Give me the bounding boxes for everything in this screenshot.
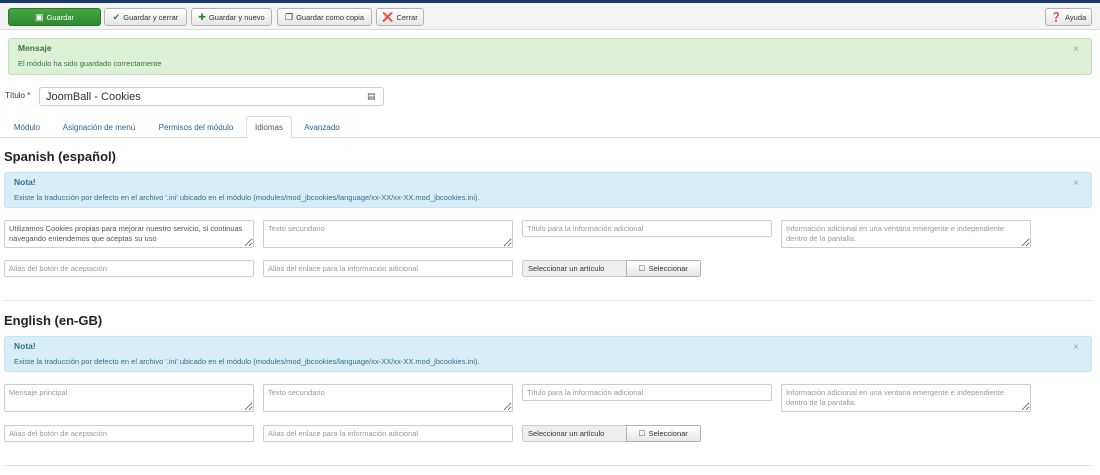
note-text: Existe la traducción por defecto en el a… xyxy=(14,357,480,366)
link-alias-input-spanish[interactable] xyxy=(263,260,513,277)
tab-bar: Módulo Asignación de menú Permisos del m… xyxy=(0,116,1100,139)
document-icon: ▤ xyxy=(367,91,376,101)
info-popup-textarea-english[interactable] xyxy=(781,384,1031,412)
title-label: Título * xyxy=(5,91,31,100)
close-icon[interactable]: × xyxy=(1073,45,1079,55)
section-divider xyxy=(4,465,1092,466)
close-icon[interactable]: × xyxy=(1073,343,1079,353)
note-title: Nota! xyxy=(14,177,36,187)
save-copy-button[interactable]: ❐ Guardar como copia xyxy=(277,8,372,26)
tab-menu-assignment[interactable]: Asignación de menú xyxy=(52,116,146,138)
link-alias-input-english[interactable] xyxy=(263,425,513,442)
title-input[interactable] xyxy=(39,87,384,106)
main-message-textarea-spanish[interactable]: Utilizamos Cookies propias para mejorar … xyxy=(4,220,254,248)
secondary-text-textarea-english[interactable] xyxy=(263,384,513,412)
help-icon: ❓ xyxy=(1050,11,1063,22)
select-article-button-spanish[interactable]: □ Seleccionar xyxy=(626,260,701,277)
tab-languages[interactable]: Idiomas xyxy=(246,116,292,139)
info-title-input-english[interactable] xyxy=(522,384,772,401)
info-popup-textarea-spanish[interactable] xyxy=(781,220,1031,248)
secondary-text-textarea-spanish[interactable] xyxy=(263,220,513,248)
plus-icon: ✚ xyxy=(198,11,206,22)
help-button[interactable]: ❓ Ayuda xyxy=(1045,8,1092,26)
language-heading-english: English (en-GB) xyxy=(4,313,103,328)
tab-permissions[interactable]: Permisos del módulo xyxy=(148,116,244,138)
article-field-english: Seleccionar un artículo xyxy=(522,425,626,442)
tab-advanced[interactable]: Avanzado xyxy=(294,116,350,138)
message-title: Mensaje xyxy=(18,43,52,53)
save-button[interactable]: ▣ Guardar xyxy=(8,8,101,26)
save-new-button[interactable]: ✚ Guardar y nuevo xyxy=(191,8,272,26)
info-title-input-spanish[interactable] xyxy=(522,220,772,237)
success-message: Mensaje El módulo ha sido guardado corre… xyxy=(8,38,1092,75)
save-icon: ▣ xyxy=(34,11,44,22)
file-icon: □ xyxy=(639,263,645,273)
tab-module[interactable]: Módulo xyxy=(4,116,50,138)
language-heading-spanish: Spanish (español) xyxy=(4,149,116,164)
article-field-spanish: Seleccionar un artículo xyxy=(522,260,626,277)
section-divider xyxy=(4,300,1092,301)
note-alert-spanish: Nota! Existe la traducción por defecto e… xyxy=(4,172,1092,208)
note-alert-english: Nota! Existe la traducción por defecto e… xyxy=(4,336,1092,372)
copy-icon: ❐ xyxy=(284,11,294,22)
check-icon: ✔ xyxy=(112,11,121,22)
message-text: El módulo ha sido guardado correctamente xyxy=(18,59,162,68)
accept-alias-input-spanish[interactable] xyxy=(4,260,254,277)
main-message-textarea-english[interactable] xyxy=(4,384,254,412)
file-icon: □ xyxy=(639,428,645,438)
note-title: Nota! xyxy=(14,341,36,351)
toolbar: ▣ Guardar ✔ Guardar y cerrar ✚ Guardar y… xyxy=(0,3,1100,30)
cancel-icon: ❌ xyxy=(382,11,394,22)
note-text: Existe la traducción por defecto en el a… xyxy=(14,193,480,202)
save-close-button[interactable]: ✔ Guardar y cerrar xyxy=(104,8,187,26)
select-article-button-english[interactable]: □ Seleccionar xyxy=(626,425,701,442)
accept-alias-input-english[interactable] xyxy=(4,425,254,442)
close-button[interactable]: ❌ Cerrar xyxy=(376,8,424,26)
close-icon[interactable]: × xyxy=(1073,179,1079,189)
